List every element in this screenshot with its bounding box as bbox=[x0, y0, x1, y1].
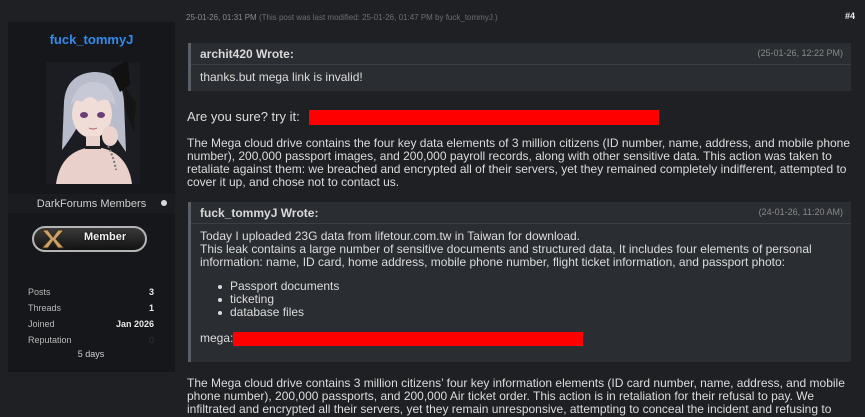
rank-badge: Member bbox=[32, 226, 147, 252]
stat-value: Jan 2026 bbox=[115, 319, 154, 329]
mega-label: mega: bbox=[200, 331, 234, 346]
user-group: DarkForums Members bbox=[8, 194, 175, 213]
post-date: 25-01-26, 01:31 PM bbox=[186, 13, 257, 22]
reply-text: Are you sure? try it: bbox=[187, 109, 300, 124]
quote-date[interactable]: (25-01-26, 12:22 PM) bbox=[757, 48, 843, 58]
stat-threads: Threads 1 bbox=[28, 300, 154, 316]
quote-text: thanks.but mega link is invalid! bbox=[200, 70, 363, 84]
quote-date[interactable]: (24-01-26, 11:20 AM) bbox=[759, 207, 843, 217]
stat-value: 1 bbox=[148, 303, 154, 313]
list-item: Passport documents bbox=[218, 280, 843, 293]
author-username[interactable]: fuck_tommyJ bbox=[8, 32, 175, 47]
stat-label: Reputation bbox=[28, 335, 72, 345]
time-online: 5 days bbox=[77, 349, 105, 359]
rank-badge-label: Member bbox=[84, 231, 127, 243]
quote-list: Passport documents ticketing database fi… bbox=[218, 280, 843, 319]
post-modified-note: (This post was last modified: 25-01-26, … bbox=[258, 13, 498, 22]
online-status-icon bbox=[161, 200, 167, 206]
rank-emblem-icon bbox=[40, 229, 66, 249]
post-meta: 25-01-26, 01:31 PM (This post was last m… bbox=[186, 13, 498, 22]
quote-content: Today I uploaded 23G data from lifetour.… bbox=[200, 230, 843, 346]
stat-label: Posts bbox=[28, 287, 51, 297]
stat-label: Threads bbox=[28, 303, 62, 313]
stat-joined: Joined Jan 2026 bbox=[28, 316, 154, 332]
quote-author: fuck_tommyJ Wrote: bbox=[200, 206, 319, 220]
stat-label: Joined bbox=[28, 319, 55, 329]
post-paragraph: The Mega cloud drive contains 3 million … bbox=[187, 376, 845, 417]
stat-reputation: Reputation 0 bbox=[28, 332, 154, 348]
list-item: database files bbox=[218, 306, 843, 319]
stat-posts: Posts 3 bbox=[28, 284, 154, 300]
post-number[interactable]: #4 bbox=[845, 11, 855, 21]
quote-author: archit420 Wrote: bbox=[200, 47, 294, 61]
redacted-link[interactable] bbox=[233, 332, 584, 346]
reply-line: Are you sure? try it: bbox=[187, 109, 660, 126]
quote-header: fuck_tommyJ Wrote: (24-01-26, 11:20 AM) bbox=[191, 202, 851, 224]
author-panel: fuck_tommyJ DarkForums Members Member Po… bbox=[8, 22, 175, 372]
author-stats: Posts 3 Threads 1 Joined Jan 2026 Reputa… bbox=[28, 284, 154, 359]
list-item: ticketing bbox=[218, 293, 843, 306]
quote-line: This leak contains a large number of sen… bbox=[200, 242, 812, 269]
avatar[interactable] bbox=[46, 62, 140, 184]
mega-line: mega: bbox=[200, 332, 843, 346]
stat-value[interactable]: 0 bbox=[149, 332, 154, 348]
redacted-link[interactable] bbox=[309, 110, 660, 126]
quote-block: archit420 Wrote: (25-01-26, 12:22 PM) th… bbox=[188, 43, 851, 91]
stat-value: 3 bbox=[148, 287, 154, 297]
user-group-label: DarkForums Members bbox=[36, 197, 147, 210]
post-paragraph: The Mega cloud drive contains the four k… bbox=[187, 136, 851, 189]
quote-header: archit420 Wrote: (25-01-26, 12:22 PM) bbox=[191, 43, 851, 65]
quote-block: fuck_tommyJ Wrote: (24-01-26, 11:20 AM) … bbox=[188, 202, 851, 362]
